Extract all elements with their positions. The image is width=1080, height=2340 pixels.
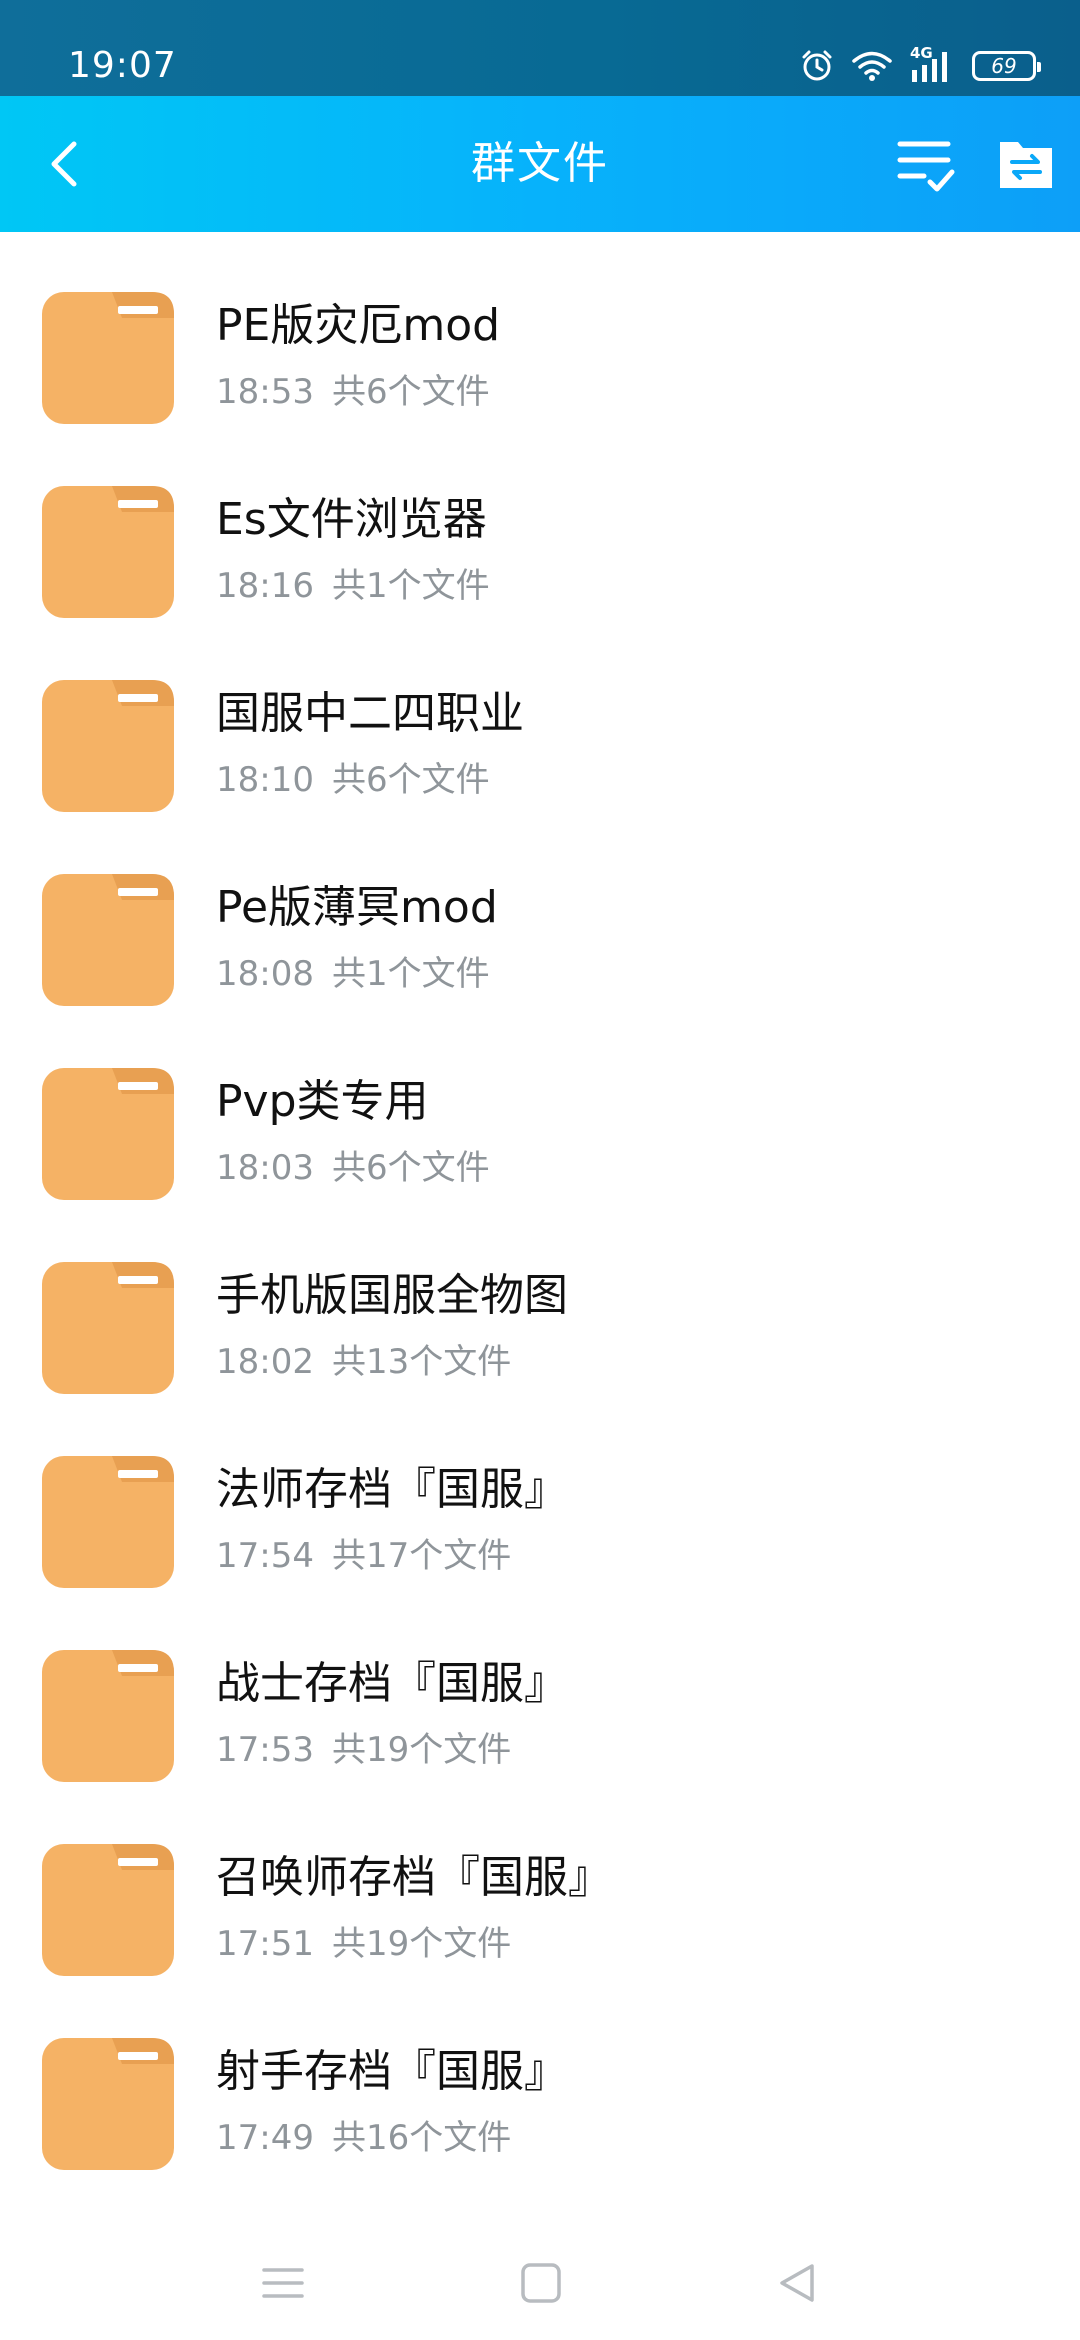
file-count: 共6个文件 (331, 1148, 490, 1188)
file-time: 17:49 (216, 2118, 314, 2158)
file-meta: 18:03 共6个文件 (216, 1146, 490, 1190)
file-count: 共19个文件 (331, 1924, 512, 1964)
list-item[interactable]: 法师存档『国服』 17:54 共17个文件 (0, 1396, 1080, 1590)
list-item[interactable]: 战士存档『国服』 17:53 共19个文件 (0, 1590, 1080, 1784)
file-name: PE版灾厄mod (216, 300, 501, 351)
file-meta: 17:49 共16个文件 (216, 2116, 511, 2160)
file-count: 共6个文件 (331, 372, 490, 412)
folder-icon (42, 1456, 174, 1588)
file-count: 共6个文件 (331, 760, 490, 800)
folder-icon (42, 486, 174, 618)
status-icons: 4G 69 (800, 44, 1041, 88)
file-meta: 18:02 共13个文件 (216, 1340, 511, 1384)
file-count: 共1个文件 (331, 954, 490, 994)
title-bar: 群文件 (0, 96, 1080, 232)
file-time: 17:54 (216, 1536, 314, 1576)
status-time: 19:07 (68, 45, 177, 86)
system-nav-bar (0, 2220, 1080, 2340)
file-time: 18:02 (216, 1342, 314, 1382)
file-time: 18:08 (216, 954, 314, 994)
file-name: Pvp类专用 (216, 1076, 429, 1127)
battery-level: 69 (991, 54, 1017, 78)
sort-check-icon[interactable] (894, 132, 958, 196)
list-item[interactable]: Pe版薄冥mod 18:08 共1个文件 (0, 814, 1080, 1008)
file-count: 共16个文件 (331, 2118, 512, 2158)
file-name: 手机版国服全物图 (216, 1270, 568, 1321)
file-name: Pe版薄冥mod (216, 882, 498, 933)
file-time: 18:53 (216, 372, 314, 412)
battery-icon: 69 (972, 51, 1041, 81)
file-name: 射手存档『国服』 (216, 2046, 568, 2097)
file-name: 战士存档『国服』 (216, 1658, 568, 1709)
folder-icon (42, 680, 174, 812)
file-time: 18:10 (216, 760, 314, 800)
folder-icon (42, 1650, 174, 1782)
file-meta: 17:53 共19个文件 (216, 1728, 511, 1772)
file-count: 共1个文件 (331, 566, 490, 606)
file-count: 共17个文件 (331, 1536, 512, 1576)
folder-transfer-icon[interactable] (996, 132, 1056, 196)
file-name: 国服中二四职业 (216, 688, 524, 739)
file-meta: 18:53 共6个文件 (216, 370, 490, 414)
file-list: PE版灾厄mod 18:53 共6个文件 Es文件浏览器 18:16 共1个文件 国… (0, 232, 1080, 2172)
file-meta: 17:54 共17个文件 (216, 1534, 511, 1578)
folder-icon (42, 874, 174, 1006)
file-time: 17:51 (216, 1924, 314, 1964)
list-item[interactable]: PE版灾厄mod 18:53 共6个文件 (0, 232, 1080, 426)
home-icon[interactable] (518, 2260, 564, 2306)
list-item[interactable]: 国服中二四职业 18:10 共6个文件 (0, 620, 1080, 814)
list-item[interactable]: 手机版国服全物图 18:02 共13个文件 (0, 1202, 1080, 1396)
file-name: Es文件浏览器 (216, 494, 487, 545)
file-time: 18:03 (216, 1148, 314, 1188)
file-name: 法师存档『国服』 (216, 1464, 568, 1515)
file-meta: 17:51 共19个文件 (216, 1922, 511, 1966)
folder-icon (42, 1262, 174, 1394)
file-name: 召唤师存档『国服』 (216, 1852, 612, 1903)
list-item[interactable]: 射手存档『国服』 17:49 共16个文件 (0, 1978, 1080, 2172)
menu-icon[interactable] (260, 2260, 306, 2306)
wifi-icon (852, 51, 892, 81)
file-meta: 18:10 共6个文件 (216, 758, 490, 802)
signal-icon: 4G (910, 44, 954, 84)
list-item[interactable]: Es文件浏览器 18:16 共1个文件 (0, 426, 1080, 620)
file-count: 共13个文件 (331, 1342, 512, 1382)
back-triangle-icon[interactable] (774, 2260, 820, 2306)
file-count: 共19个文件 (331, 1730, 512, 1770)
folder-icon (42, 292, 174, 424)
folder-icon (42, 1844, 174, 1976)
alarm-icon (802, 50, 832, 81)
folder-icon (42, 2038, 174, 2170)
list-item[interactable]: Pvp类专用 18:03 共6个文件 (0, 1008, 1080, 1202)
list-item[interactable]: 召唤师存档『国服』 17:51 共19个文件 (0, 1784, 1080, 1978)
file-time: 18:16 (216, 566, 314, 606)
folder-icon (42, 1068, 174, 1200)
file-time: 17:53 (216, 1730, 314, 1770)
file-meta: 18:08 共1个文件 (216, 952, 490, 996)
file-meta: 18:16 共1个文件 (216, 564, 490, 608)
status-bar: 19:07 4G 69 (0, 0, 1080, 96)
